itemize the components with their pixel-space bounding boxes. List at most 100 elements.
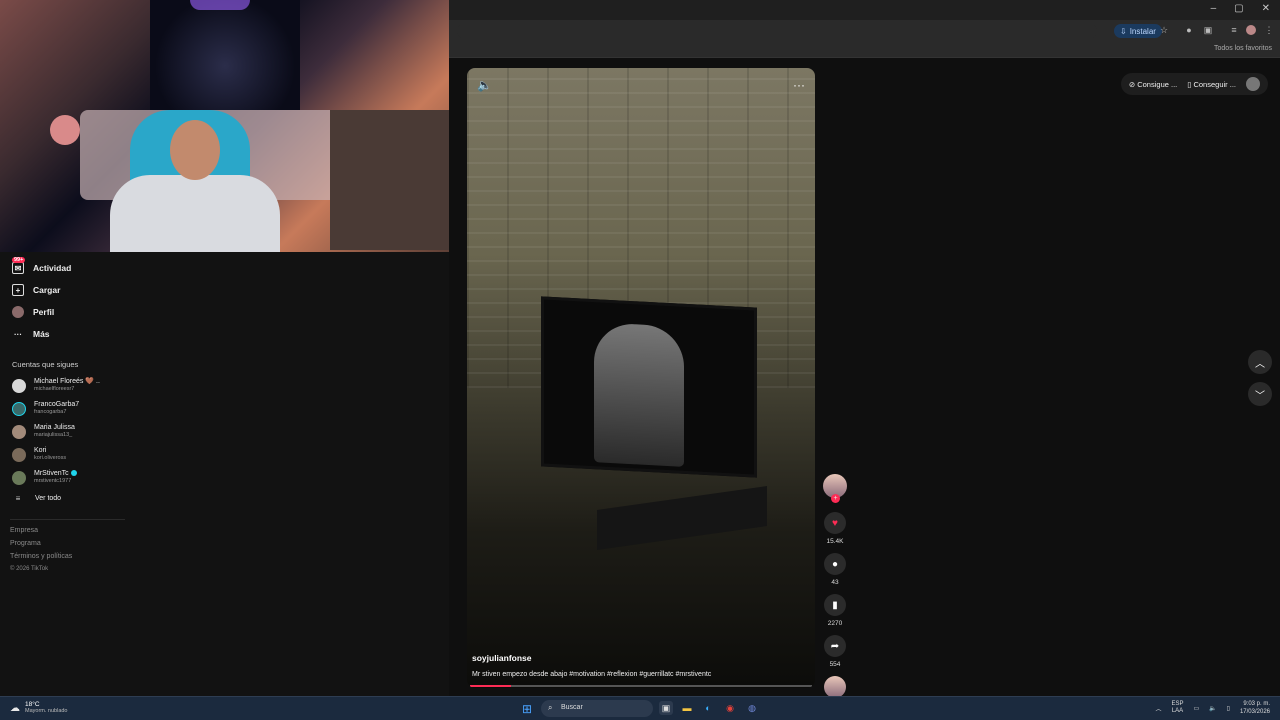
account-handle: mrstiventc1977 [34,478,72,484]
user-avatar[interactable] [1246,77,1260,91]
nav-upload[interactable]: + Cargar [12,284,60,296]
account-handle: kori.oliveross [34,455,67,461]
clock[interactable]: 9:03 p. m. 17/03/2026 [1240,700,1270,716]
video-player[interactable]: 🔈 ··· soyjulianfonse Mr stiven empezo de… [467,68,815,688]
battery-icon[interactable]: ▯ [1227,705,1230,712]
account-handle: francogarba7 [34,409,67,415]
account-name: MrStivenTc [34,470,69,477]
teddy-bear [50,115,80,145]
footer-link-terms[interactable]: Términos y políticas [10,553,72,560]
media-icon[interactable]: ≡ [1229,25,1239,35]
volume-tray-icon[interactable]: 🔈 [1209,705,1216,712]
account-handle: michaelfloreesr7 [34,386,75,392]
bookmark-icon: ▮ [832,599,838,611]
heart-icon: ♥ [832,517,838,529]
extension-icon[interactable]: ● [1184,25,1194,35]
network-icon[interactable]: ▭ [1194,705,1200,712]
see-all-link[interactable]: ≡ Ver todo [12,494,61,503]
following-item[interactable]: FrancoGarba7 francogarba7 [12,401,79,416]
following-item[interactable]: MrStivenTc mrstiventc1977 [12,470,77,485]
sound-disc[interactable] [824,676,846,698]
comment-button[interactable]: ● [824,553,846,575]
account-handle: mariajulissa13_ [34,432,73,438]
discord-icon[interactable]: ◍ [745,701,759,715]
creator-avatar[interactable]: + [823,474,847,503]
taskbar: ☁ 18°C Mayorm. nublado ⊞ ⌕ Buscar ▣ ▬ ◐ … [0,696,1280,720]
search-label: Buscar [561,704,583,711]
maximize-button[interactable]: ▢ [1234,3,1243,14]
footer-link-program[interactable]: Programa [10,540,41,547]
close-button[interactable]: ✕ [1262,3,1270,14]
save-count: 2270 [827,620,843,627]
following-item[interactable]: Michael Floreés 🤎 .. michaelfloreesr7 [12,378,100,393]
profile-icon [12,306,24,318]
comment-icon: ● [831,558,839,570]
puzzle-icon[interactable]: ▣ [1203,25,1213,35]
file-explorer-icon[interactable]: ▬ [680,701,694,715]
video-author[interactable]: soyjulianfonse [472,653,532,663]
progress-bar[interactable] [470,685,812,687]
tray-chevron-icon[interactable]: ︿ [1155,704,1161,713]
footer-link-company[interactable]: Empresa [10,527,38,534]
edge-icon[interactable]: ◐ [701,701,715,715]
nav-more[interactable]: ··· Más [12,328,50,340]
clock-time: 9:03 p. m. [1243,701,1270,707]
notification-badge: 99+ [12,257,26,263]
list-icon: ≡ [15,494,21,503]
minimize-button[interactable]: – [1211,3,1217,14]
following-item[interactable]: Maria Julissa mariajulissa13_ [12,424,75,439]
menu-icon[interactable]: ⋮ [1264,25,1274,35]
get-app-button[interactable]: ▯ Conseguir ... [1187,80,1236,89]
chrome-icon[interactable]: ◉ [723,701,737,715]
city-window [150,0,300,110]
search-icon: ⌕ [548,703,553,712]
nav-profile[interactable]: Perfil [12,306,54,318]
following-title: Cuentas que sigues [12,360,79,369]
install-label: Instalar [1129,26,1156,36]
main-feed: 🔈 ··· soyjulianfonse Mr stiven empezo de… [449,58,1280,698]
task-view-icon[interactable]: ▣ [659,701,673,715]
account-name: Maria Julissa [34,424,75,431]
clock-date: 17/03/2026 [1239,709,1270,715]
avatar [12,447,26,462]
copyright: © 2026 TikTok [10,566,49,572]
omnibox[interactable] [457,23,1097,39]
monitor [541,296,757,478]
share-button[interactable]: ➦ [824,635,846,657]
nav-label: Cargar [33,285,61,295]
streamer-body [110,175,280,252]
get-coins-button[interactable]: ⊘ Consigue ... [1129,80,1177,89]
more-icon: ··· [14,329,22,339]
nav-activity[interactable]: ✉ 99+ Actividad [12,257,71,274]
all-bookmarks[interactable]: Todos los favoritos [1214,45,1272,52]
weather-widget[interactable]: ☁ 18°C Mayorm. nublado [10,701,68,715]
account-name: Michael Floreés 🤎 .. [34,378,100,385]
like-button[interactable]: ♥ [824,512,846,534]
windows-start-icon[interactable]: ⊞ [522,702,532,716]
browser-title-bar: – ▢ ✕ [449,0,1280,20]
share-count: 554 [829,661,841,668]
taskbar-search[interactable]: ⌕ Buscar [541,700,653,717]
avatar [12,378,26,393]
profile-avatar-icon[interactable] [1246,25,1256,35]
prev-video-button[interactable]: ︿ [1248,350,1272,374]
action-bar: + ♥ 15.4K ● 43 ▮ 2270 ➦ 554 [822,474,848,698]
account-name: Kori [34,447,47,454]
top-pills: ⊘ Consigue ... ▯ Conseguir ... [1120,73,1268,95]
save-button[interactable]: ▮ [824,594,846,616]
install-button[interactable]: ⇩ Instalar [1114,24,1162,38]
account-name: FrancoGarba7 [34,401,80,408]
star-icon[interactable]: ☆ [1159,25,1169,35]
next-video-button[interactable]: ﹀ [1248,382,1272,406]
chevron-up-icon: ︿ [1255,358,1265,370]
language-indicator[interactable]: ESP LAA [1171,701,1183,715]
following-item[interactable]: Kori kori.oliveross [12,447,66,462]
keyboard [597,486,767,550]
install-icon: ⇩ [1120,26,1127,36]
follow-plus-icon[interactable]: + [831,494,840,503]
more-options-icon[interactable]: ··· [793,78,805,92]
avatar [12,401,26,416]
volume-icon[interactable]: 🔈 [477,78,492,92]
address-bar: ⇩ Instalar ☆ ● ▣ ≡ ⋮ [449,20,1280,42]
streamer-head [170,120,220,180]
